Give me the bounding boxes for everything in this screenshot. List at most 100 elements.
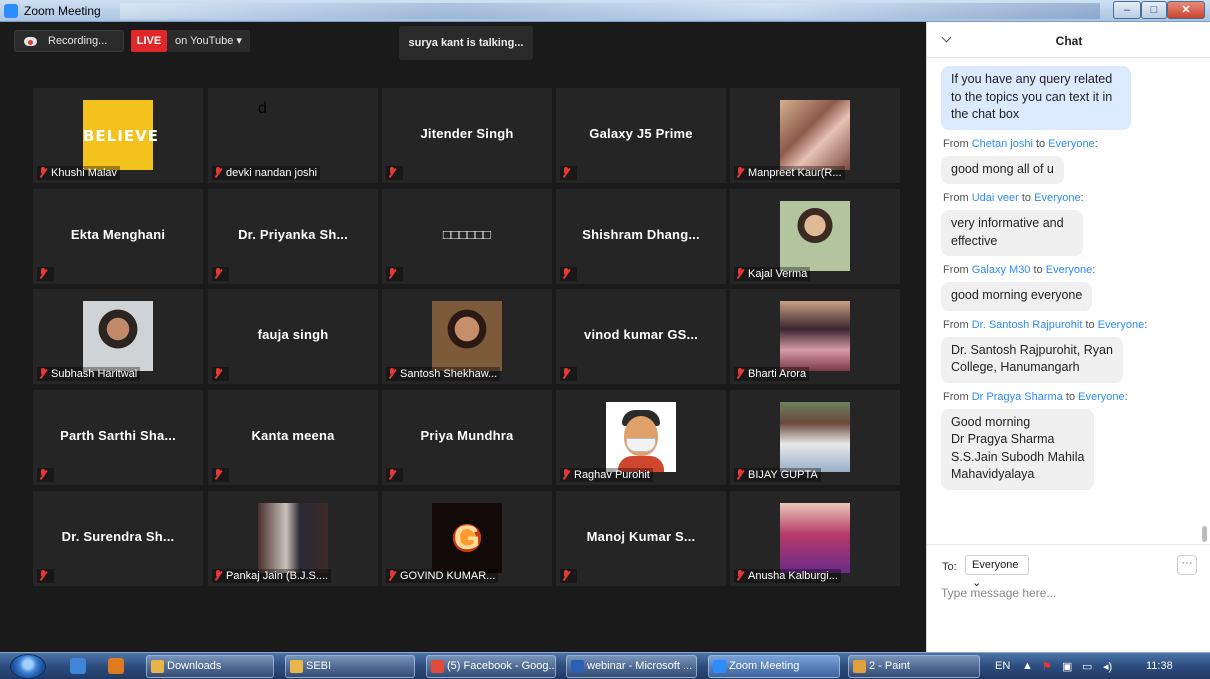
- taskbar-item[interactable]: Downloads: [146, 655, 274, 678]
- battery-icon[interactable]: ▭: [1082, 660, 1092, 673]
- ie-icon[interactable]: [70, 658, 86, 674]
- participant-tile[interactable]: Parth Sarthi Sha...: [33, 390, 203, 485]
- participant-label: Raghav Purohit: [560, 468, 653, 482]
- participant-tile[interactable]: Kanta meena: [208, 390, 378, 485]
- message-sender-line: From Dr Pragya Sharma to Everyone:: [943, 390, 1128, 403]
- participant-tile[interactable]: Galaxy J5 Prime: [556, 88, 726, 183]
- sender-name[interactable]: Dr Pragya Sharma: [972, 391, 1063, 403]
- participant-tile[interactable]: Santosh Shekhaw...: [382, 289, 552, 384]
- message-bubble: Good morning Dr Pragya Sharma S.S.Jain S…: [941, 408, 1095, 490]
- title-bar-background: [120, 3, 1100, 19]
- participant-label: [212, 367, 229, 381]
- from-word: From: [943, 390, 969, 403]
- sender-name[interactable]: Udai veer: [972, 192, 1019, 204]
- participant-label: GOVIND KUMAR...: [386, 569, 499, 583]
- participant-name: devki nandan joshi: [226, 167, 318, 179]
- participant-name-center: □□□□□□: [442, 227, 492, 242]
- volume-icon[interactable]: ◂): [1103, 660, 1112, 673]
- taskbar-item-label: SEBI: [306, 660, 332, 672]
- start-button[interactable]: [10, 654, 46, 679]
- participant-tile[interactable]: Manpreet Kaur(R...: [730, 88, 900, 183]
- participant-tile[interactable]: BIJAY GUPTA: [730, 390, 900, 485]
- participant-tile[interactable]: Dr. Priyanka Sh...: [208, 189, 378, 284]
- recipient-name[interactable]: Everyone: [1098, 319, 1144, 331]
- media-player-icon[interactable]: [108, 658, 124, 674]
- participant-tile[interactable]: G GOVIND KUMAR...: [382, 491, 552, 586]
- taskbar-item[interactable]: webinar - Microsoft ...: [566, 655, 697, 678]
- participant-tile[interactable]: Jitender Singh: [382, 88, 552, 183]
- muted-mic-icon: [388, 268, 396, 279]
- chat-title: Chat: [1055, 34, 1083, 48]
- recipient-dropdown[interactable]: Everyone ⌄: [965, 555, 1029, 589]
- muted-mic-icon: [388, 167, 396, 178]
- participant-tile[interactable]: □□□□□□: [382, 189, 552, 284]
- taskbar-item[interactable]: (5) Facebook - Goog...: [426, 655, 556, 678]
- minimize-button[interactable]: –: [1113, 1, 1141, 19]
- participant-tile[interactable]: Raghav Purohit: [556, 390, 726, 485]
- participant-name-center: Jitender Singh: [420, 126, 514, 141]
- more-options-button[interactable]: ···: [1177, 555, 1197, 575]
- message-row: Dr. Santosh Rajpurohit, Ryan College, Ha…: [941, 336, 1203, 385]
- taskbar-item[interactable]: Zoom Meeting: [708, 655, 840, 678]
- chat-messages: If you have any query related to the top…: [941, 66, 1203, 492]
- participant-tile[interactable]: d devki nandan joshi: [208, 88, 378, 183]
- recipient-name[interactable]: Everyone: [1034, 192, 1080, 204]
- participant-tile[interactable]: Priya Mundhra: [382, 390, 552, 485]
- folder-icon: [151, 660, 164, 673]
- recording-indicator[interactable]: Recording...: [14, 30, 124, 52]
- participant-photo: [780, 402, 850, 472]
- tray-arrow-icon[interactable]: ▲: [1022, 660, 1033, 672]
- participant-tile[interactable]: BELIEVE Khushi Malav: [33, 88, 203, 183]
- recipient-name[interactable]: Everyone: [1078, 391, 1124, 403]
- participant-name: Bharti Arora: [748, 368, 807, 380]
- taskbar-item[interactable]: 2 - Paint: [848, 655, 980, 678]
- participant-tile[interactable]: fauja singh: [208, 289, 378, 384]
- participant-tile[interactable]: Kajal Verma: [730, 189, 900, 284]
- muted-mic-icon: [736, 368, 744, 379]
- participant-tile[interactable]: Manoj Kumar S...: [556, 491, 726, 586]
- participant-name-center: fauja singh: [257, 327, 329, 342]
- muted-mic-icon: [562, 268, 570, 279]
- taskbar-item-label: Zoom Meeting: [729, 660, 800, 672]
- participant-name-center: Galaxy J5 Prime: [589, 126, 693, 141]
- muted-mic-icon: [736, 268, 744, 279]
- participant-tile[interactable]: Bharti Arora: [730, 289, 900, 384]
- muted-mic-icon: [562, 469, 570, 480]
- taskbar-item[interactable]: SEBI: [285, 655, 415, 678]
- participant-name: Santosh Shekhaw...: [400, 368, 498, 380]
- language-indicator[interactable]: EN: [995, 660, 1010, 672]
- muted-mic-icon: [39, 167, 47, 178]
- participant-label: Anusha Kalburgi...: [734, 569, 841, 583]
- message-sender-line: From Dr. Santosh Rajpurohit to Everyone:: [943, 318, 1148, 331]
- message-row: good morning everyone: [941, 282, 1203, 313]
- participant-tile[interactable]: Anusha Kalburgi...: [730, 491, 900, 586]
- recipient-name[interactable]: Everyone: [1046, 264, 1092, 276]
- from-word: From: [943, 137, 969, 150]
- live-stream-dropdown[interactable]: on YouTube ▾: [167, 30, 250, 52]
- participant-tile[interactable]: Shishram Dhang...: [556, 189, 726, 284]
- close-button[interactable]: ✕: [1167, 1, 1205, 19]
- windows-taskbar: Downloads SEBI (5) Facebook - Goog... webin…: [0, 652, 1210, 679]
- message-sender-line: From Udai veer to Everyone:: [943, 192, 1084, 204]
- participant-tile[interactable]: Dr. Surendra Sh...: [33, 491, 203, 586]
- participant-tile[interactable]: Subhash Haritwal: [33, 289, 203, 384]
- avatar-mask: [626, 438, 656, 452]
- network-icon[interactable]: ▣: [1062, 660, 1072, 673]
- sender-name[interactable]: Dr. Santosh Rajpurohit: [972, 319, 1083, 331]
- sender-name[interactable]: Chetan joshi: [972, 138, 1033, 150]
- participant-tile[interactable]: vinod kumar GS...: [556, 289, 726, 384]
- maximize-button[interactable]: □: [1141, 1, 1167, 19]
- chat-message-input[interactable]: [941, 583, 1191, 603]
- sender-name[interactable]: Galaxy M30: [972, 264, 1031, 276]
- participant-label: Pankaj Jain (B.J.S....: [212, 569, 332, 583]
- participant-label: BIJAY GUPTA: [734, 468, 821, 482]
- clock[interactable]: 11:38: [1146, 660, 1173, 672]
- participant-tile[interactable]: Ekta Menghani: [33, 189, 203, 284]
- message-bubble: If you have any query related to the top…: [941, 66, 1131, 130]
- chat-scrollbar[interactable]: [1202, 526, 1207, 542]
- recipient-name[interactable]: Everyone: [1048, 138, 1094, 150]
- live-badge[interactable]: LIVE: [131, 30, 167, 52]
- participant-tile[interactable]: Pankaj Jain (B.J.S....: [208, 491, 378, 586]
- participant-name-center: Dr. Priyanka Sh...: [238, 227, 348, 242]
- action-center-flag-icon[interactable]: ⚑: [1042, 660, 1052, 673]
